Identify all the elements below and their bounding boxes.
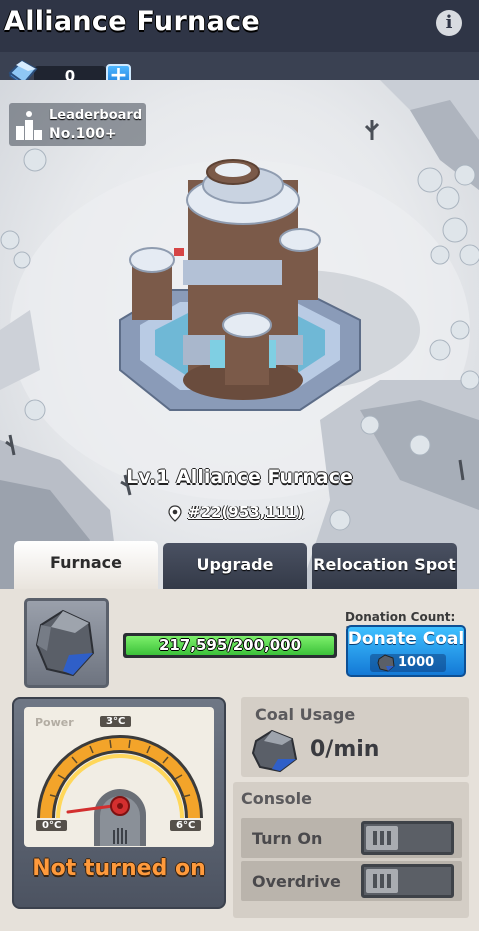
donation-progress-text: 217,595/200,000	[158, 636, 302, 654]
leaderboard-rank: No.100+	[49, 126, 117, 142]
gauge-mid-label: 3°C	[100, 716, 132, 727]
tab-upgrade[interactable]: Upgrade	[163, 543, 307, 589]
toggle-knob	[366, 869, 398, 893]
overdrive-label: Overdrive	[252, 872, 341, 891]
overdrive-toggle[interactable]	[361, 864, 454, 898]
console-title: Console	[241, 789, 312, 808]
toggle-knob	[366, 826, 398, 850]
podium-icon	[16, 111, 42, 140]
coal-icon	[35, 609, 95, 677]
leaderboard-label: Leaderboard	[49, 108, 143, 123]
tab-relocation-spot[interactable]: Relocation Spot	[312, 543, 457, 589]
furnace-status: Not turned on	[32, 856, 206, 881]
coal-usage-title: Coal Usage	[255, 705, 356, 724]
power-label: Power	[35, 716, 74, 729]
building-coordinates-link[interactable]: #22(953,111)	[188, 503, 303, 521]
turn-on-toggle[interactable]	[361, 821, 454, 855]
page-title: Alliance Furnace	[4, 6, 261, 37]
location-pin-icon	[168, 505, 182, 522]
tab-furnace-chamber[interactable]: Furnace Chamber	[14, 541, 158, 616]
coal-cost-icon	[377, 654, 395, 672]
coal-usage-icon	[251, 729, 298, 773]
info-icon[interactable]: i	[436, 10, 462, 36]
coal-usage-value: 0/min	[310, 737, 380, 762]
gauge-max-label: 6°C	[170, 820, 202, 831]
turn-on-label: Turn On	[252, 829, 323, 848]
gauge-min-label: 0°C	[36, 820, 68, 831]
coal-item-frame	[24, 598, 109, 688]
building-name: Lv.1 Alliance Furnace	[126, 466, 353, 488]
donate-coal-label: Donate Coal	[347, 629, 465, 649]
donate-cost-value: 1000	[398, 655, 435, 670]
